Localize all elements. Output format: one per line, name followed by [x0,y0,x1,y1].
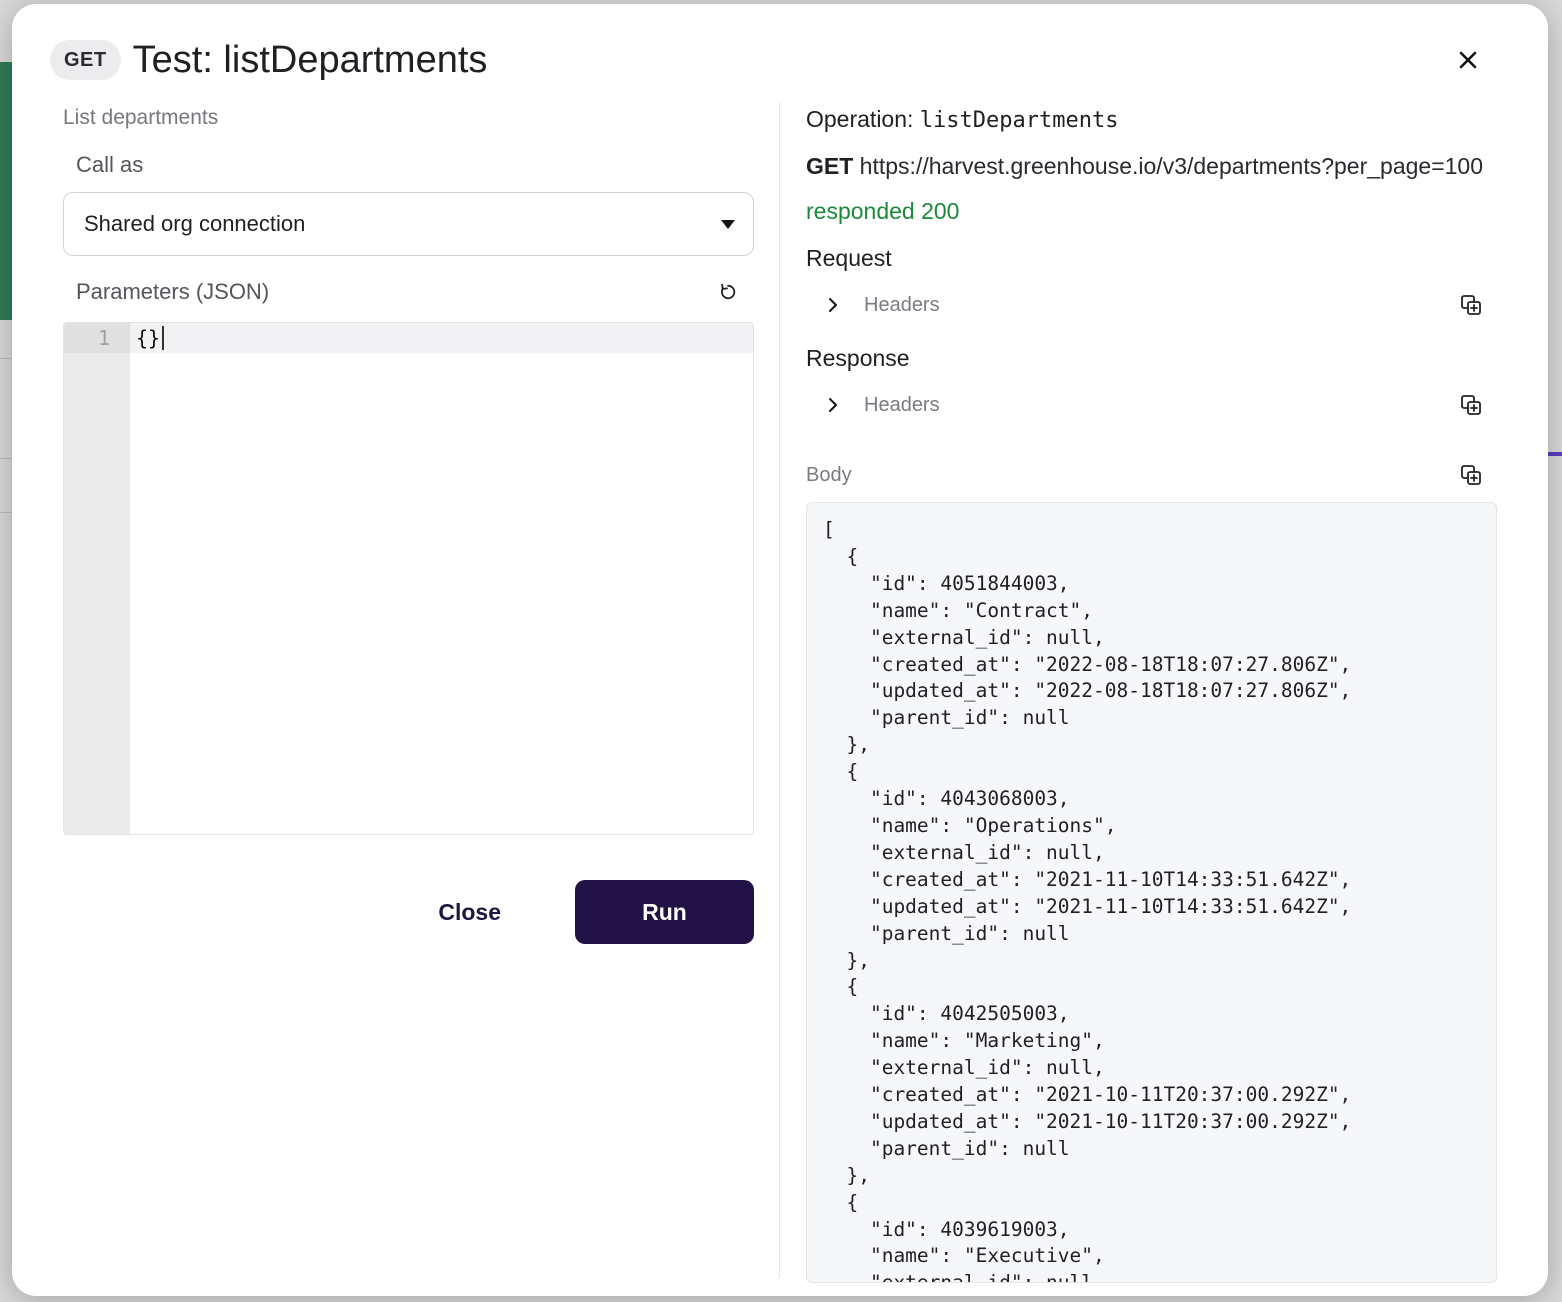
request-url-line: GET https://harvest.greenhouse.io/v3/dep… [806,153,1497,180]
request-url: https://harvest.greenhouse.io/v3/departm… [859,153,1484,179]
reset-icon [721,283,736,300]
copy-response-headers-button[interactable] [1457,391,1485,419]
modal-title: Test: listDepartments [132,38,488,81]
editor-line-text: {} [136,326,161,350]
response-section-title: Response [806,345,910,371]
close-button[interactable]: Close [438,899,575,926]
line-number: 1 [64,323,130,353]
chevron-right-icon[interactable] [818,390,848,420]
chevron-right-icon[interactable] [818,290,848,320]
editor-line[interactable]: {} [130,323,753,353]
editor-gutter: 1 [64,323,130,834]
call-as-label: Call as [76,152,144,177]
result-panel: Operation: listDepartments GET https://h… [806,102,1497,1283]
call-as-value: Shared org connection [84,211,306,236]
response-status: responded 200 [806,198,960,224]
operation-line: Operation: listDepartments [806,106,1497,133]
modal-actions: Close Run [63,880,754,944]
parameters-label: Parameters (JSON) [76,279,270,304]
call-as-select[interactable]: Shared org connection [63,192,754,256]
copy-icon [1461,295,1481,315]
request-section-title: Request [806,245,892,271]
editor-code-area[interactable]: {} [130,323,753,834]
background-divider [0,358,12,359]
column-divider [779,102,780,1278]
operation-prefix: Operation: [806,106,914,132]
response-body-viewer[interactable]: [ { "id": 4051844003, "name": "Contract"… [806,502,1497,1283]
operation-summary: List departments [63,106,219,129]
modal-header: GET Test: listDepartments [50,34,1518,86]
caret-down-icon [721,219,735,229]
parameters-panel: List departments Call as Shared org conn… [63,102,754,944]
response-body-text: [ { "id": 4051844003, "name": "Contract"… [823,518,1352,1283]
copy-icon [1461,465,1481,485]
close-modal-button[interactable] [1448,40,1488,80]
body-label: Body [806,463,852,486]
body-header: Body [806,460,1497,490]
copy-icon [1461,395,1481,415]
copy-request-headers-button[interactable] [1457,291,1485,319]
request-headers-toggle[interactable]: Headers [806,290,1497,320]
request-method: GET [806,153,854,179]
run-button[interactable]: Run [575,880,754,944]
copy-body-button[interactable] [1457,461,1485,489]
json-editor[interactable]: 1 {} [63,322,754,835]
close-icon [1459,51,1477,69]
text-cursor [162,326,165,350]
response-headers-label: Headers [864,393,940,416]
operation-name: listDepartments [919,108,1119,133]
background-divider [0,458,12,459]
parameters-header: Parameters (JSON) [63,278,754,306]
test-operation-modal: GET Test: listDepartments List departmen… [12,4,1548,1296]
background-divider [0,512,12,513]
request-headers-label: Headers [864,293,940,316]
method-badge: GET [50,40,121,80]
response-headers-toggle[interactable]: Headers [806,390,1497,420]
reset-parameters-button[interactable] [714,278,742,306]
